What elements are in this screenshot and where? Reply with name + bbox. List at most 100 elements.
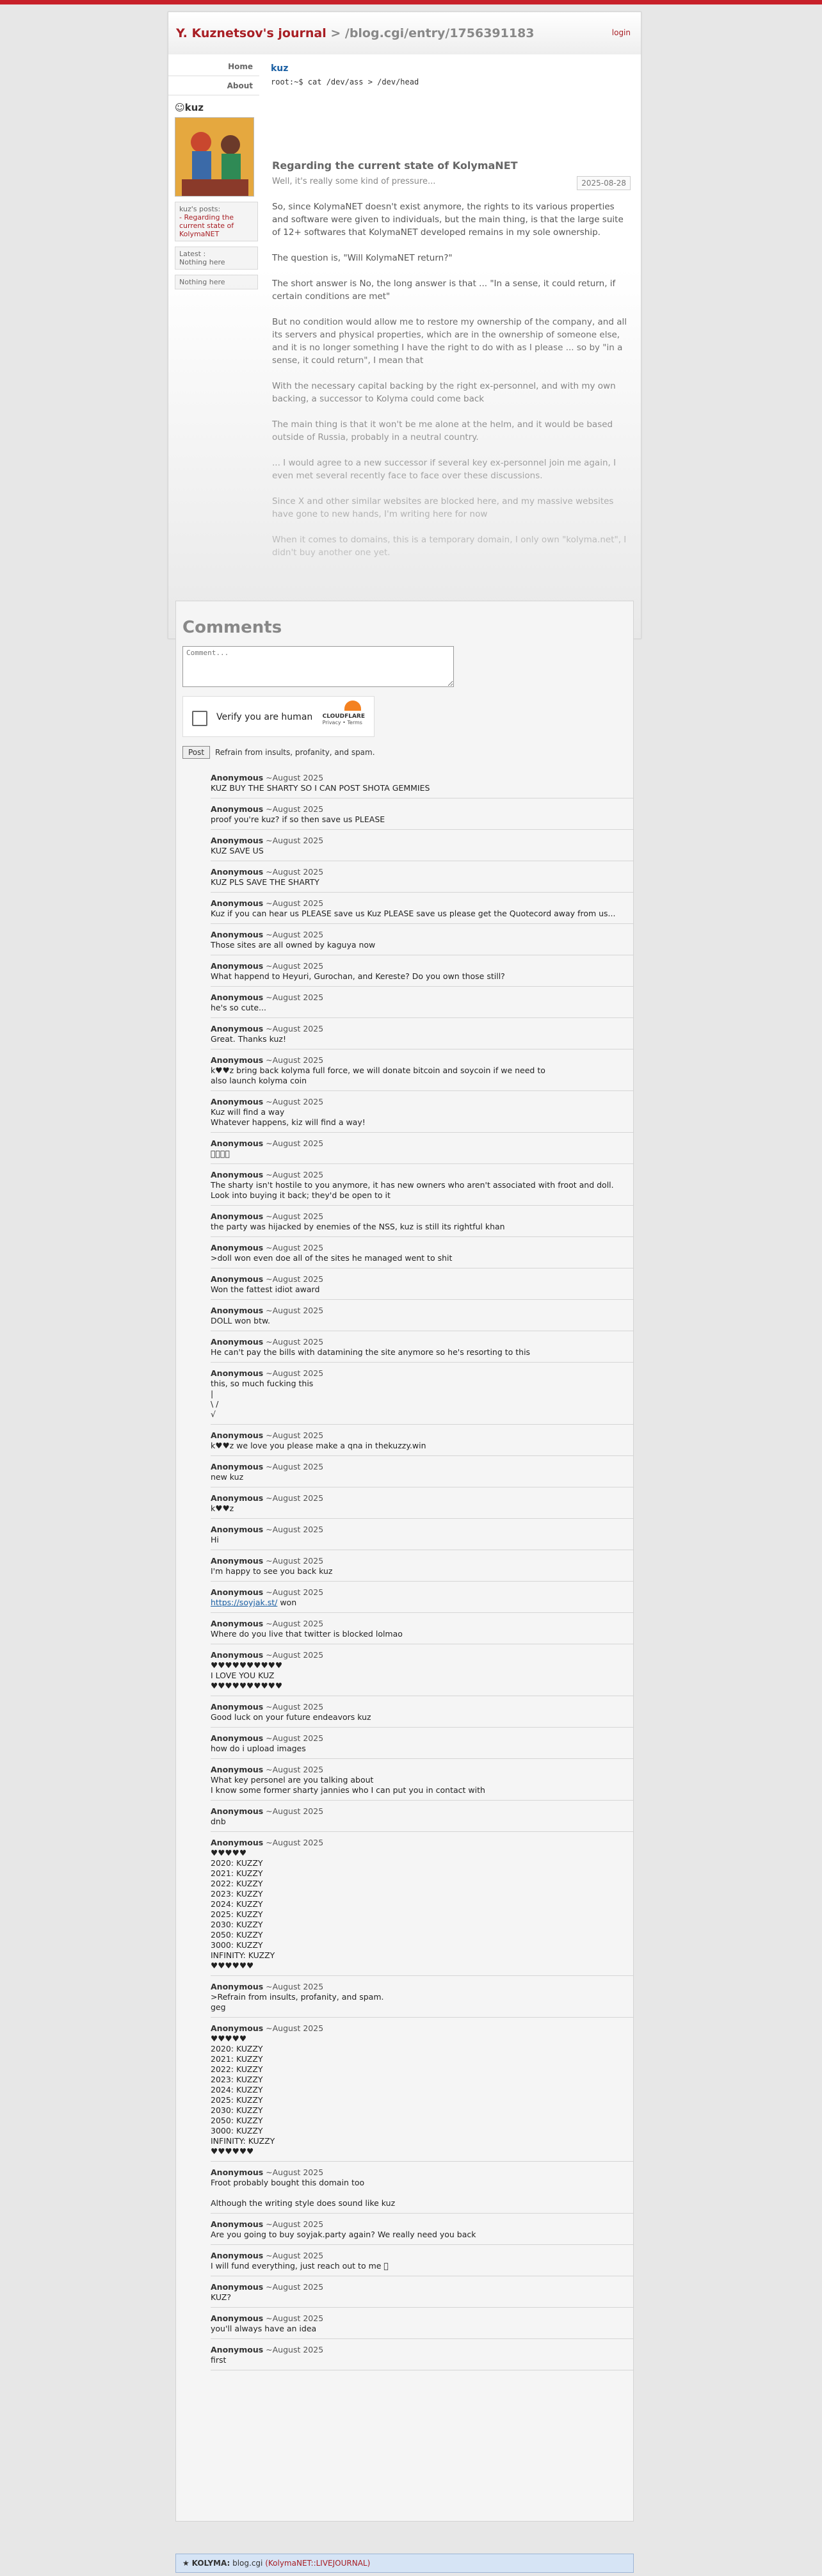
comment-date: ~August 2025 [263, 2251, 324, 2260]
comment-item: Anonymous ~August 2025 proof you're kuz? … [211, 804, 633, 830]
comment-header: Anonymous ~August 2025 [211, 1838, 633, 1848]
post-paragraph: The short answer is No, the long answer … [272, 279, 616, 302]
comment-item: Anonymous ~August 2025 Hi [211, 1525, 633, 1550]
comment-item: Anonymous ~August 2025 What happend to He… [211, 961, 633, 987]
comment-text: Won the fattest idiot award [211, 1284, 320, 1294]
comment-author: Anonymous [211, 773, 264, 782]
comment-header: Anonymous ~August 2025 [211, 2282, 633, 2292]
post-body: So, since KolymaNET doesn't exist anymor… [272, 200, 631, 559]
footer-app: blog.cgi [230, 2559, 266, 2568]
nav-about[interactable]: About [168, 76, 259, 95]
captcha-label: Verify you are human [216, 712, 313, 722]
comment-text: Hi [211, 1535, 219, 1544]
login-link[interactable]: login [612, 28, 631, 37]
sidebar-author[interactable]: ☺kuz [175, 102, 258, 113]
comment-header: Anonymous ~August 2025 [211, 1211, 633, 1222]
comment-item: Anonymous ~August 2025 DOLL won btw. [211, 1306, 633, 1331]
comment-header: Anonymous ~August 2025 [211, 1462, 633, 1472]
comment-item: Anonymous ~August 2025 Those sites are al… [211, 930, 633, 955]
comment-text: KUZ? [211, 2292, 231, 2302]
captcha-links[interactable]: Privacy • Terms [323, 720, 365, 725]
comment-text: dnb [211, 1817, 226, 1826]
comments-section: Comments Verify you are human CLOUDFLARE… [175, 601, 634, 2522]
comment-date: ~August 2025 [263, 1243, 324, 1252]
comment-date: ~August 2025 [263, 961, 324, 971]
comment-author: Anonymous [211, 2313, 264, 2323]
comment-text: k♥♥z bring back kolyma full force, we wi… [211, 1065, 545, 1085]
comments-heading: Comments [182, 618, 282, 637]
comment-date: ~August 2025 [263, 1138, 324, 1148]
sidebar-post-link[interactable]: - Regarding the current state of KolymaN… [179, 213, 254, 238]
post-paragraph: When it comes to domains, this is a temp… [272, 535, 627, 558]
comment-item: Anonymous ~August 2025 KUZ BUY THE SHARTY… [211, 773, 633, 798]
comment-date: ~August 2025 [263, 867, 324, 877]
comment-header: Anonymous ~August 2025 [211, 1024, 633, 1034]
comment-date: ~August 2025 [263, 2167, 324, 2177]
comment-item: Anonymous ~August 2025 the party was hija… [211, 1211, 633, 1237]
comment-author: Anonymous [211, 1243, 264, 1252]
journal-name[interactable]: Y. Kuznetsov's journal [176, 26, 326, 40]
comment-rules: Refrain from insults, profanity, and spa… [214, 748, 375, 757]
comment-date: ~August 2025 [263, 1702, 324, 1712]
post-button[interactable]: Post [182, 746, 211, 759]
comment-date: ~August 2025 [263, 1368, 324, 1378]
comment-item: Anonymous ~August 2025 how do i upload im… [211, 1733, 633, 1759]
comment-author: Anonymous [211, 1493, 264, 1503]
cloudflare-logo: CLOUDFLARE Privacy • Terms [322, 713, 365, 725]
comment-author: Anonymous [211, 1806, 264, 1816]
comment-date: ~August 2025 [263, 1838, 324, 1847]
comment-item: Anonymous ~August 2025 Great. Thanks kuz! [211, 1024, 633, 1049]
post-title: Regarding the current state of KolymaNET [272, 159, 518, 172]
comment-text: He can't pay the bills with datamining t… [211, 1347, 531, 1357]
comment-header: Anonymous ~August 2025 [211, 2313, 633, 2324]
comment-item: Anonymous ~August 2025 ♥♥♥♥♥♥♥♥♥♥ I LOVE … [211, 1650, 633, 1696]
blog-post: Regarding the current state of KolymaNET… [272, 159, 631, 572]
comment-header: Anonymous ~August 2025 [211, 992, 633, 1003]
comment-date: ~August 2025 [263, 804, 324, 814]
comment-text: DOLL won btw. [211, 1316, 271, 1325]
comment-author: Anonymous [211, 992, 264, 1002]
comment-text: k♥♥z [211, 1503, 234, 1513]
comment-item: Anonymous ~August 2025 ♥♥♥♥♥ 2020: KUZZY … [211, 1838, 633, 1976]
sidebar-empty: Nothing here [175, 275, 258, 289]
captcha-checkbox[interactable] [192, 711, 207, 726]
comment-author: Anonymous [211, 804, 264, 814]
comment-author: Anonymous [211, 1430, 264, 1440]
user-name[interactable]: kuz [271, 63, 419, 74]
comment-header: Anonymous ~August 2025 [211, 1055, 633, 1065]
journal-header: Y. Kuznetsov's journal > /blog.cgi/entry… [168, 12, 641, 54]
comment-text: I will fund everything, just reach out t… [211, 2261, 389, 2271]
comment-text: you'll always have an idea [211, 2324, 317, 2333]
comment-text: KUZ PLS SAVE THE SHARTY [211, 877, 319, 887]
comment-header: Anonymous ~August 2025 [211, 1274, 633, 1284]
comment-header: Anonymous ~August 2025 [211, 1619, 633, 1629]
comment-header: Anonymous ~August 2025 [211, 1493, 633, 1503]
top-accent-bar [0, 0, 822, 4]
comment-header: Anonymous ~August 2025 [211, 930, 633, 940]
comment-author: Anonymous [211, 930, 264, 939]
comment-input[interactable] [182, 646, 454, 687]
comment-date: ~August 2025 [263, 836, 324, 845]
comment-author: Anonymous [211, 2167, 264, 2177]
comment-date: ~August 2025 [263, 1733, 324, 1743]
comment-author: Anonymous [211, 1462, 264, 1471]
comment-text: I'm happy to see you back kuz [211, 1566, 333, 1576]
comment-item: Anonymous ~August 2025 ♥♥♥♥♥ 2020: KUZZY … [211, 2023, 633, 2162]
footer-service: (KolymaNET::LIVEJOURNAL) [265, 2559, 371, 2568]
comment-header: Anonymous ~August 2025 [211, 1733, 633, 1744]
comment-link[interactable]: https://soyjak.st/ [211, 1598, 277, 1607]
comment-item: Anonymous ~August 2025 dnb [211, 1806, 633, 1832]
comment-text: Are you going to buy soyjak.party again?… [211, 2230, 476, 2239]
nav-home[interactable]: Home [168, 57, 259, 76]
post-date: 2025-08-28 [577, 176, 631, 190]
comment-date: ~August 2025 [263, 1170, 324, 1179]
comment-text: how do i upload images [211, 1744, 306, 1753]
comment-item: Anonymous ~August 2025 KUZ SAVE US [211, 836, 633, 861]
comment-author: Anonymous [211, 1337, 264, 1347]
comment-header: Anonymous ~August 2025 [211, 1806, 633, 1817]
journal-page: Y. Kuznetsov's journal > /blog.cgi/entry… [168, 12, 641, 639]
comment-text: 􏿾􏿾􏿾􏿾 [211, 1149, 230, 1158]
main-nav: Home About [168, 57, 259, 95]
comment-item: Anonymous ~August 2025 first [211, 2345, 633, 2370]
comment-date: ~August 2025 [263, 1097, 324, 1106]
